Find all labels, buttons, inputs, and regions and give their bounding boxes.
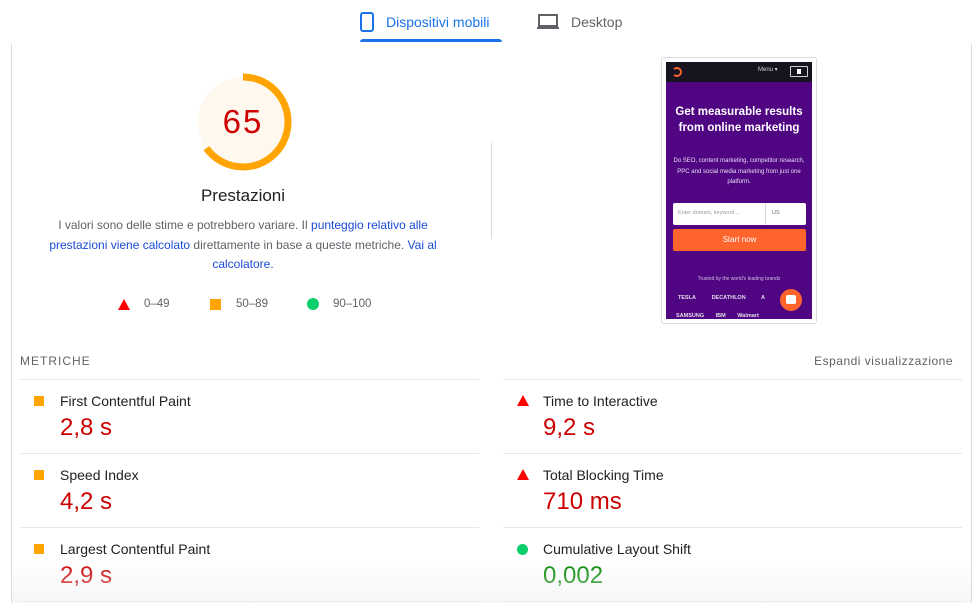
brand-logo: IBM bbox=[715, 313, 726, 319]
brand-logo: DECATHLON bbox=[711, 295, 746, 301]
expand-view-toggle[interactable]: Espandi visualizzazione bbox=[814, 354, 953, 368]
section-divider bbox=[491, 143, 492, 239]
screenshot-headline: Get measurable results from online marke… bbox=[675, 106, 803, 134]
brands-row-1: TESLA DECATHLON A bbox=[678, 295, 779, 301]
tab-desktop-label: Desktop bbox=[571, 14, 623, 30]
desc-text-2: direttamente in base a queste metriche. bbox=[190, 237, 408, 252]
square-average-icon bbox=[210, 298, 221, 310]
device-tabs: Dispositivi mobili Desktop bbox=[0, 0, 974, 44]
triangle-fail-icon bbox=[118, 298, 130, 310]
chat-icon bbox=[780, 289, 802, 311]
metric-title: Cumulative Layout Shift bbox=[543, 541, 691, 557]
metric-cumulative-layout-shift: Cumulative Layout Shift 0,002 bbox=[503, 528, 963, 602]
tab-mobile-label: Dispositivi mobili bbox=[386, 14, 490, 30]
screenshot-start-button: Start now bbox=[673, 229, 806, 251]
screenshot-country: US bbox=[772, 210, 780, 216]
metrics-header: METRICHE bbox=[20, 354, 91, 368]
square-average-icon bbox=[34, 470, 44, 480]
score-description: I valori sono delle stime e potrebbero v… bbox=[42, 216, 444, 275]
metric-title: First Contentful Paint bbox=[60, 393, 191, 409]
screenshot-subtext: Do SEO, content marketing, competitor re… bbox=[673, 158, 805, 185]
divider bbox=[20, 601, 479, 602]
laptop-icon bbox=[537, 14, 559, 30]
metric-value: 4,2 s bbox=[60, 488, 113, 515]
tab-mobile[interactable]: Dispositivi mobili bbox=[360, 0, 502, 44]
triangle-fail-icon bbox=[517, 395, 529, 406]
square-average-icon bbox=[34, 544, 44, 554]
input-separator bbox=[765, 203, 766, 225]
gauge-label: Prestazioni bbox=[200, 186, 286, 205]
metric-value: 9,2 s bbox=[543, 414, 596, 441]
metric-largest-contentful-paint: Largest Contentful Paint 2,9 s bbox=[20, 528, 480, 602]
circle-pass-icon bbox=[517, 544, 528, 555]
metric-value: 710 ms bbox=[543, 488, 622, 515]
screenshot-search-input: Enter domain, keyword ... US bbox=[673, 203, 806, 225]
tab-desktop[interactable]: Desktop bbox=[537, 0, 622, 44]
brand-logo: Walmart bbox=[737, 313, 759, 319]
metric-time-to-interactive: Time to Interactive 9,2 s bbox=[503, 380, 963, 454]
metric-title: Time to Interactive bbox=[543, 393, 658, 409]
active-tab-indicator bbox=[360, 39, 502, 42]
brand-logo: A bbox=[761, 295, 765, 301]
screenshot-menu: Menu ▾ bbox=[758, 67, 778, 73]
performance-score: 65 bbox=[222, 103, 264, 140]
square-average-icon bbox=[34, 396, 44, 406]
legend-pass-range: 90–100 bbox=[333, 298, 372, 310]
metric-title: Total Blocking Time bbox=[543, 467, 664, 483]
metric-title: Largest Contentful Paint bbox=[60, 541, 211, 557]
screenshot-navbar: Menu ▾ bbox=[666, 62, 812, 82]
metric-speed-index: Speed Index 4,2 s bbox=[20, 454, 480, 528]
performance-gauge: 65 bbox=[194, 73, 292, 171]
divider bbox=[503, 601, 962, 602]
legend-fail: 0–49 bbox=[118, 296, 170, 312]
screenshot-page: Menu ▾ Get measurable results from onlin… bbox=[666, 62, 812, 319]
brand-logo: SAMSUNG bbox=[676, 313, 705, 319]
metric-value: 2,8 s bbox=[60, 414, 113, 441]
site-logo-icon bbox=[672, 67, 682, 77]
triangle-fail-icon bbox=[517, 469, 529, 480]
desc-text-1: I valori sono delle stime e potrebbero v… bbox=[58, 218, 312, 232]
screenshot-input-placeholder: Enter domain, keyword ... bbox=[678, 210, 741, 216]
metric-title: Speed Index bbox=[60, 467, 139, 483]
brand-logo: TESLA bbox=[678, 295, 697, 301]
metric-first-contentful-paint: First Contentful Paint 2,8 s bbox=[20, 380, 480, 454]
legend-pass: 90–100 bbox=[307, 296, 371, 312]
metric-total-blocking-time: Total Blocking Time 710 ms bbox=[503, 454, 963, 528]
legend-fail-range: 0–49 bbox=[144, 298, 170, 310]
legend-average-range: 50–89 bbox=[236, 298, 268, 310]
user-icon bbox=[790, 66, 808, 77]
metric-value: 2,9 s bbox=[60, 562, 113, 589]
metric-value: 0,002 bbox=[543, 562, 604, 589]
final-screenshot[interactable]: Menu ▾ Get measurable results from onlin… bbox=[661, 57, 817, 324]
smartphone-icon bbox=[360, 12, 374, 32]
brands-row-2: SAMSUNG IBM Walmart bbox=[676, 313, 769, 319]
legend-average: 50–89 bbox=[210, 296, 268, 312]
circle-pass-icon bbox=[307, 298, 319, 310]
screenshot-trusted-text: Trusted by the world's leading brands bbox=[697, 276, 781, 282]
